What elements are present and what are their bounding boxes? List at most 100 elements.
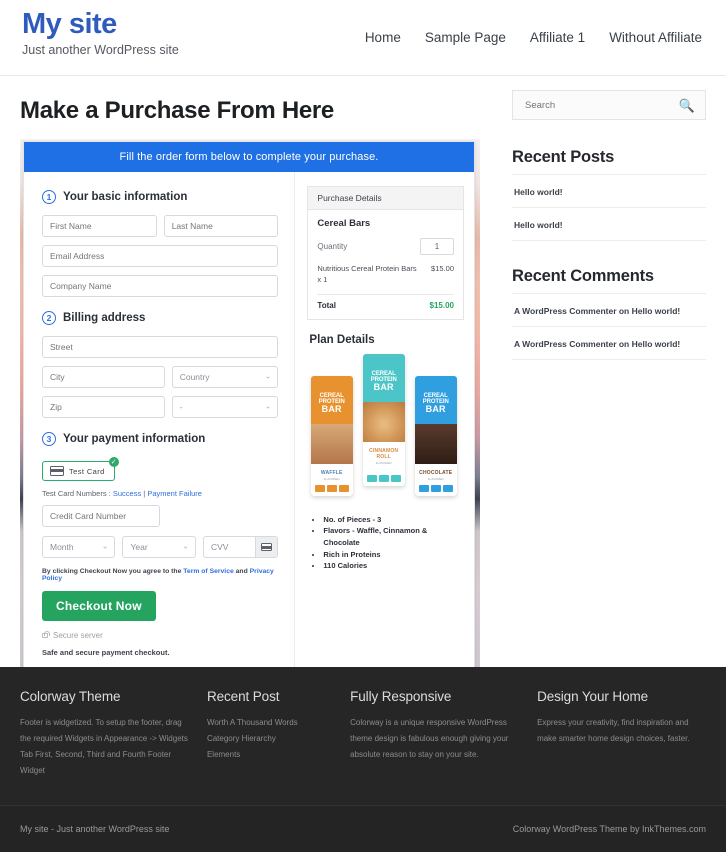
bar-footer-2: CINNAMON ROLL FLAVORED	[362, 441, 405, 486]
street-input[interactable]	[42, 336, 279, 358]
footer-bottom-bar: My site - Just another WordPress site Co…	[0, 805, 726, 852]
check-circle-icon: ✓	[108, 457, 119, 467]
footer-credit-link[interactable]: Colorway WordPress Theme by InkThemes.co…	[513, 824, 706, 834]
nav-item-sample-page[interactable]: Sample Page	[425, 30, 506, 45]
test-card-option[interactable]: Test Card ✓	[42, 457, 119, 481]
recent-comments-list: A WordPress Commenter on Hello world! A …	[512, 293, 706, 360]
terms-prefix: By clicking Checkout Now you agree to th…	[42, 568, 184, 575]
step-number-1: 1	[42, 190, 56, 204]
product-bar-chocolate: CEREAL PROTEIN BAR CHOCOLATE FLAVORED	[414, 375, 457, 496]
test-card-success-link[interactable]: Success	[113, 489, 141, 498]
expiry-year-value: Year	[122, 536, 196, 558]
company-input[interactable]	[42, 275, 279, 297]
plan-details-heading: Plan Details	[309, 333, 375, 346]
expiry-month-value: Month	[42, 536, 116, 558]
lock-icon	[42, 630, 50, 638]
recent-post-link[interactable]: Hello world!	[514, 187, 563, 197]
total-label: Total	[317, 300, 336, 310]
footer-column-design-your-home: Design Your Home Express your creativity…	[537, 689, 706, 779]
step-number-3: 3	[42, 432, 56, 446]
state-select[interactable]: - ⌄	[171, 396, 279, 418]
list-item[interactable]: Category Hierarchy	[207, 731, 332, 747]
name-row	[42, 215, 279, 237]
product-features-list: No. of Pieces - 3 Flavors - Waffle, Cinn…	[307, 514, 464, 572]
footer-post-link[interactable]: Category Hierarchy	[207, 734, 276, 743]
bar-photo	[414, 423, 457, 464]
expiry-year-select[interactable]: Year ⌄	[122, 536, 196, 558]
recent-comment-link[interactable]: A WordPress Commenter on Hello world!	[514, 339, 680, 349]
bar-nutrition-strip	[418, 484, 453, 492]
page-body: Make a Purchase From Here Fill the order…	[0, 76, 726, 684]
bar-brand-top: CEREAL	[371, 370, 396, 377]
footer-title: Fully Responsive	[350, 689, 452, 704]
list-item[interactable]: Hello world!	[512, 207, 706, 241]
credit-card-number-input[interactable]	[42, 505, 160, 527]
search-input[interactable]	[523, 98, 679, 112]
nav-item-affiliate-1[interactable]: Affiliate 1	[530, 30, 585, 45]
cvv-field[interactable]: CVV	[202, 536, 279, 558]
footer-title: Design Your Home	[537, 689, 649, 704]
city-input[interactable]	[42, 366, 165, 388]
search-icon[interactable]: 🔍	[679, 99, 695, 112]
cvv-placeholder: CVV	[210, 542, 229, 552]
nav-item-without-affiliate[interactable]: Without Affiliate	[609, 30, 702, 45]
nav-item-home[interactable]: Home	[365, 30, 401, 45]
list-item[interactable]: Elements	[207, 747, 332, 763]
site-footer: Colorway Theme Footer is widgetized. To …	[0, 667, 726, 852]
list-item: Rich in Proteins	[323, 549, 464, 561]
company-row	[42, 275, 279, 297]
country-select-value: Country	[171, 366, 279, 388]
footer-copyright: My site - Just another WordPress site	[20, 824, 170, 834]
bar-brand-big: BAR	[321, 404, 342, 415]
bar-brand-1: CEREAL PROTEIN BAR	[311, 376, 353, 415]
bar-footer-1: WAFFLE FLAVORED	[310, 463, 353, 496]
footer-text: Colorway is a unique responsive WordPres…	[350, 718, 509, 759]
quantity-label: Quantity	[317, 242, 348, 251]
page-title: Make a Purchase From Here	[20, 97, 334, 124]
recent-post-link[interactable]: Hello world!	[514, 220, 563, 230]
email-input[interactable]	[42, 245, 279, 267]
footer-post-link[interactable]: Worth A Thousand Words	[207, 718, 298, 727]
list-item[interactable]: A WordPress Commenter on Hello world!	[512, 326, 706, 360]
footer-post-link[interactable]: Elements	[207, 750, 240, 759]
recent-comments-title: Recent Comments	[512, 267, 654, 285]
step-payment-label: Your payment information	[63, 433, 206, 445]
test-card-failure-link[interactable]: Payment Failure	[147, 489, 202, 498]
line-item-description: Nutritious Cereal Protein Bars x 1	[317, 264, 417, 284]
footer-column-fully-responsive: Fully Responsive Colorway is a unique re…	[350, 689, 519, 779]
list-item[interactable]: A WordPress Commenter on Hello world!	[512, 293, 706, 326]
divider	[317, 293, 454, 295]
country-select[interactable]: Country ⌄	[171, 366, 279, 388]
checkout-form-background: Fill the order form below to complete yo…	[20, 139, 480, 684]
list-item[interactable]: Hello world!	[512, 174, 706, 207]
list-item[interactable]: Worth A Thousand Words	[207, 715, 332, 731]
site-tagline: Just another WordPress site	[22, 43, 179, 58]
credit-card-icon	[261, 543, 273, 551]
site-title[interactable]: My site	[22, 9, 179, 40]
bar-flavor-sub: FLAVORED	[427, 476, 444, 481]
bar-brand-top: CEREAL	[423, 392, 448, 399]
recent-comment-link[interactable]: A WordPress Commenter on Hello world!	[514, 306, 680, 316]
primary-navigation: Home Sample Page Affiliate 1 Without Aff…	[365, 0, 704, 45]
bar-brand-2: CEREAL PROTEIN BAR	[363, 354, 405, 393]
bar-footer-3: CHOCOLATE FLAVORED	[414, 463, 457, 496]
expiry-month-select[interactable]: Month ⌄	[42, 536, 116, 558]
total-amount: $15.00	[429, 300, 454, 310]
street-row	[42, 336, 279, 358]
line-item-row: Nutritious Cereal Protein Bars x 1 $15.0…	[317, 264, 454, 286]
product-bar-cinnamon: CEREAL PROTEIN BAR CINNAMON ROLL FLAVORE…	[362, 353, 405, 486]
recent-posts-list: Hello world! Hello world!	[512, 174, 706, 241]
step-billing-address: 2 Billing address	[42, 311, 278, 325]
step-basic-information: 1 Your basic information	[42, 190, 278, 204]
site-branding: My site Just another WordPress site	[22, 0, 179, 58]
zip-input[interactable]	[42, 396, 165, 418]
terms-and: and	[233, 568, 250, 575]
search-widget[interactable]: 🔍	[512, 90, 706, 120]
first-name-input[interactable]	[42, 215, 157, 237]
last-name-input[interactable]	[163, 215, 279, 237]
footer-title: Recent Post	[206, 689, 280, 704]
terms-of-service-link[interactable]: Term of Service	[183, 568, 234, 575]
checkout-now-button[interactable]: Checkout Now	[42, 591, 156, 621]
bar-flavor: CHOCOLATE	[419, 469, 453, 476]
quantity-input[interactable]	[420, 238, 454, 255]
